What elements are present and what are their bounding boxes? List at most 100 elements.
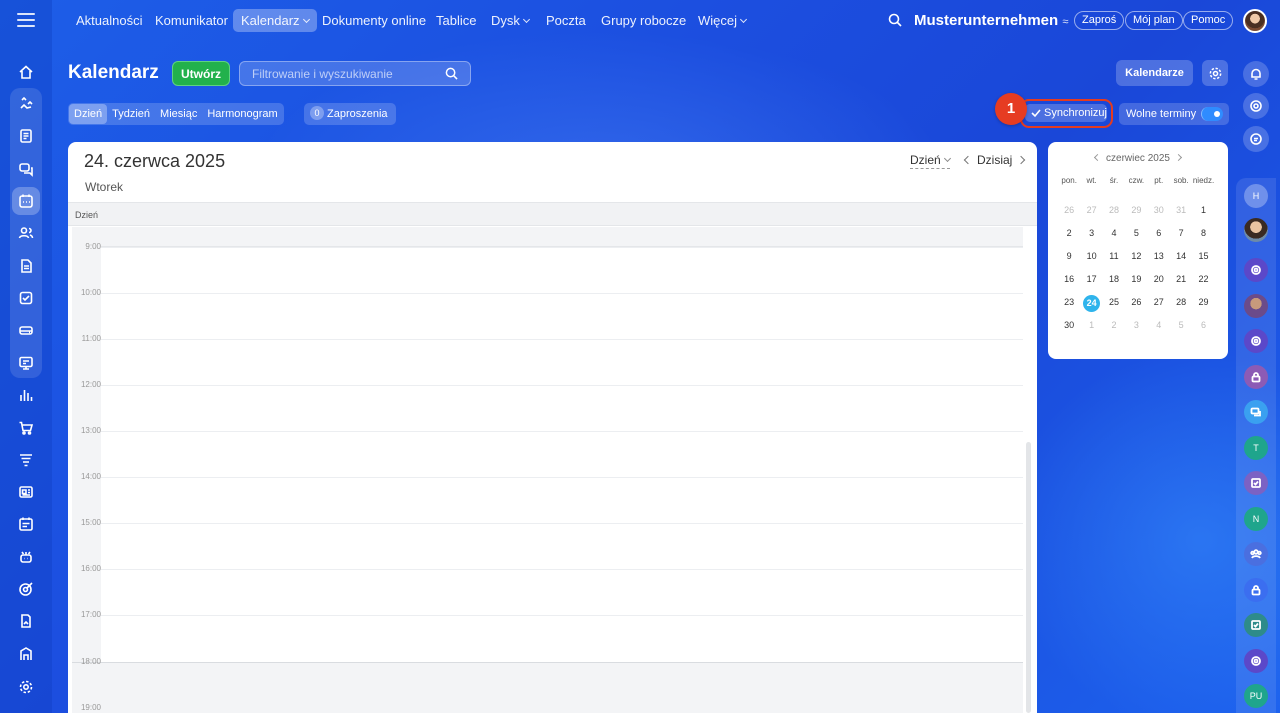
sites-icon[interactable] <box>12 478 40 506</box>
create-button[interactable]: Utwórz <box>172 61 230 86</box>
contacts-icon[interactable] <box>12 219 40 247</box>
mini-calendar-day[interactable]: 11 <box>1105 249 1123 265</box>
mini-calendar-day[interactable]: 29 <box>1127 203 1145 219</box>
mini-calendar-day[interactable]: 1 <box>1195 203 1213 219</box>
calendar-icon[interactable] <box>12 187 40 215</box>
nav-komunikator[interactable]: Komunikator <box>147 9 236 32</box>
mini-calendar-day[interactable]: 14 <box>1172 249 1190 265</box>
mini-calendar-day[interactable]: 4 <box>1150 318 1168 334</box>
mini-calendar-day[interactable]: 5 <box>1172 318 1190 334</box>
documents-icon[interactable] <box>12 252 40 280</box>
mini-calendar-day[interactable]: 21 <box>1172 272 1190 288</box>
mini-calendar-day[interactable]: 28 <box>1172 295 1190 311</box>
sync-button[interactable]: Synchronizuj <box>1025 104 1107 122</box>
mini-calendar-day[interactable]: 3 <box>1083 226 1101 242</box>
copilot-chat-icon[interactable] <box>1244 649 1268 673</box>
mini-calendar-day[interactable]: 10 <box>1083 249 1101 265</box>
mini-calendar-day[interactable]: 30 <box>1060 318 1078 334</box>
mini-calendar-day[interactable]: 29 <box>1195 295 1213 311</box>
mini-calendar-day[interactable]: 25 <box>1105 295 1123 311</box>
mini-calendar-day[interactable]: 22 <box>1195 272 1213 288</box>
mini-calendar-day[interactable]: 28 <box>1105 203 1123 219</box>
boards-icon[interactable] <box>12 349 40 377</box>
next-month-icon[interactable] <box>1174 153 1182 162</box>
mini-calendar-day[interactable]: 27 <box>1083 203 1101 219</box>
menu-icon[interactable] <box>17 13 35 27</box>
tab-week[interactable]: Tydzień <box>107 104 155 124</box>
copilot-icon[interactable] <box>1243 93 1269 119</box>
mini-calendar-day[interactable]: 16 <box>1060 272 1078 288</box>
mini-calendar-day[interactable]: 19 <box>1127 272 1145 288</box>
booking-icon[interactable] <box>12 510 40 538</box>
home-icon[interactable] <box>12 58 40 86</box>
nav-aktualnosci[interactable]: Aktualności <box>68 9 150 32</box>
mini-calendar-day[interactable]: 12 <box>1127 249 1145 265</box>
mini-calendar-day[interactable]: 2 <box>1060 226 1078 242</box>
task-chat-icon[interactable] <box>1244 613 1268 637</box>
chat-avatar[interactable]: N <box>1244 507 1268 531</box>
mini-calendar-day[interactable]: 3 <box>1127 318 1145 334</box>
mini-calendar-day[interactable]: 15 <box>1195 249 1213 265</box>
mini-calendar-today[interactable]: 24 <box>1083 295 1101 312</box>
mini-calendar-day[interactable]: 6 <box>1195 318 1213 334</box>
help-button[interactable]: Pomoc <box>1183 11 1234 30</box>
chat-avatar[interactable]: H <box>1244 184 1268 208</box>
mini-calendar-day[interactable]: 8 <box>1195 226 1213 242</box>
mini-calendar-day[interactable]: 31 <box>1172 203 1190 219</box>
nav-grupy[interactable]: Grupy robocze <box>593 9 694 32</box>
copilot-chat-icon[interactable] <box>1244 258 1268 282</box>
task-chat-icon[interactable] <box>1244 471 1268 495</box>
feed-icon[interactable] <box>12 122 40 150</box>
group-chat-icon[interactable] <box>1244 400 1268 424</box>
mini-calendar-day[interactable]: 27 <box>1150 295 1168 311</box>
mini-calendar-day[interactable]: 26 <box>1127 295 1145 311</box>
search-input[interactable] <box>240 62 430 85</box>
next-day-icon[interactable] <box>1017 155 1026 165</box>
mini-calendar-day[interactable]: 13 <box>1150 249 1168 265</box>
goals-icon[interactable] <box>12 575 40 603</box>
mini-calendar-day[interactable]: 6 <box>1150 226 1168 242</box>
mini-calendar-day[interactable]: 26 <box>1060 203 1078 219</box>
nav-dysk[interactable]: Dysk <box>483 9 537 32</box>
prev-day-icon[interactable] <box>963 155 973 165</box>
chat-avatar[interactable] <box>1244 218 1268 242</box>
settings-icon[interactable] <box>12 673 40 701</box>
crm-icon[interactable] <box>12 90 40 118</box>
mini-calendar-day[interactable]: 5 <box>1127 226 1145 242</box>
nav-tablice[interactable]: Tablice <box>428 9 484 32</box>
nav-wiecej[interactable]: Więcej <box>690 9 754 32</box>
settings-button[interactable] <box>1202 60 1228 86</box>
chat-avatar[interactable]: PU <box>1244 684 1268 708</box>
nav-dokumenty[interactable]: Dokumenty online <box>314 9 434 32</box>
my-plan-button[interactable]: Mój plan <box>1125 11 1183 30</box>
tab-day[interactable]: Dzień <box>69 104 108 124</box>
search-icon[interactable] <box>445 67 458 80</box>
mini-calendar-day[interactable]: 17 <box>1083 272 1101 288</box>
team-icon[interactable] <box>1244 542 1268 566</box>
search-icon[interactable] <box>888 13 902 27</box>
tab-schedule[interactable]: Harmonogram <box>202 104 282 124</box>
calendars-button[interactable]: Kalendarze <box>1116 60 1193 86</box>
funnel-icon[interactable] <box>12 446 40 474</box>
view-select[interactable]: Dzień <box>910 153 951 169</box>
free-slots-toggle[interactable]: Wolne terminy <box>1119 103 1229 125</box>
messages-search-icon[interactable] <box>1243 126 1269 152</box>
mini-calendar-day[interactable]: 18 <box>1105 272 1123 288</box>
sign-icon[interactable] <box>12 607 40 635</box>
tasks-icon[interactable] <box>12 284 40 312</box>
mini-calendar-day[interactable]: 2 <box>1105 318 1123 334</box>
mini-calendar-day[interactable]: 4 <box>1105 226 1123 242</box>
shop-icon[interactable] <box>12 414 40 442</box>
analytics-icon[interactable] <box>12 381 40 409</box>
mini-calendar-day[interactable]: 9 <box>1060 249 1078 265</box>
automation-icon[interactable] <box>12 543 40 571</box>
chat-avatar[interactable]: T <box>1244 436 1268 460</box>
chat-icon[interactable] <box>12 155 40 183</box>
time-grid[interactable]: 9:00 10:00 11:00 12:00 13:00 14:00 15:00… <box>72 227 1023 713</box>
drive-icon[interactable] <box>12 316 40 344</box>
copilot-chat-icon[interactable] <box>1244 329 1268 353</box>
mini-calendar-day[interactable]: 30 <box>1150 203 1168 219</box>
mini-calendar-day[interactable]: 20 <box>1150 272 1168 288</box>
lock-icon[interactable] <box>1244 578 1268 602</box>
mini-calendar-day[interactable]: 7 <box>1172 226 1190 242</box>
